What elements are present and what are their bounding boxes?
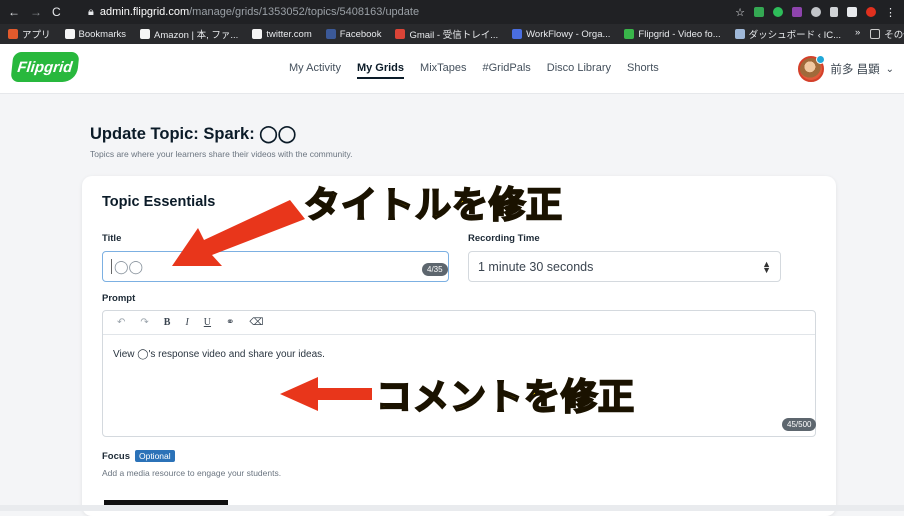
flipgrid-logo[interactable]: Flipgrid [10, 52, 80, 82]
focus-label: Focus [102, 450, 130, 462]
annotation-prompt-note: コメントを修正 [375, 376, 636, 419]
bookmark-label: Facebook [339, 28, 382, 40]
folder-icon [870, 29, 881, 39]
star-icon [64, 29, 75, 39]
user-name: 前多 昌顕 [830, 64, 880, 76]
bookmark-label: ダッシュボード ‹ IC... [748, 30, 841, 41]
dashboard-icon [734, 29, 745, 39]
extension-icon[interactable] [754, 7, 764, 17]
prompt-text[interactable]: View ◯'s response video and share your i… [113, 349, 325, 360]
redo-icon[interactable]: ↷ [140, 317, 148, 328]
avatar[interactable] [798, 55, 826, 82]
bookmark-label: Flipgrid - Video fo... [638, 28, 721, 40]
text-caret [111, 259, 112, 274]
forward-icon[interactable]: → [30, 5, 42, 19]
extensions-bar: ☆ ⋮ [735, 6, 904, 19]
editor-toolbar: ↶ ↷ B I U ⚭ ⌫ [103, 311, 815, 335]
url-host: admin.flipgrid.com [99, 6, 190, 18]
apps-grid-icon [8, 29, 18, 39]
lock-icon: 🔒︎ [88, 5, 94, 18]
bold-icon[interactable]: B [164, 317, 171, 328]
extension-icon[interactable] [811, 7, 821, 17]
reload-icon[interactable]: C [52, 5, 61, 19]
gmail-icon [395, 29, 406, 39]
nav-tab-my-grids[interactable]: My Grids [356, 62, 405, 79]
bookmark-label: twitter.com [266, 28, 312, 40]
optional-badge: Optional [134, 450, 175, 462]
bookmark-item[interactable]: Facebook [325, 28, 382, 40]
bookmark-item[interactable]: Flipgrid - Video fo... [624, 28, 721, 40]
page-subtitle: Topics are where your learners share the… [90, 149, 353, 159]
nav-tab-shorts[interactable]: Shorts [627, 62, 659, 79]
bookmark-item[interactable]: ダッシュボード ‹ IC... [734, 27, 841, 41]
bookmarks-right: » その他のブックマーク [855, 27, 904, 41]
amazon-icon [140, 29, 151, 39]
section-title: Topic Essentials [102, 194, 216, 210]
italic-icon[interactable]: I [185, 317, 188, 328]
bottom-strip [0, 505, 904, 511]
bookmark-label: Gmail - 受信トレイ... [409, 30, 499, 41]
bookmark-star-icon[interactable]: ☆ [735, 6, 745, 19]
nav-tab-gridpals[interactable]: #GridPals [483, 62, 531, 79]
facebook-icon [325, 29, 336, 39]
bookmark-label: アプリ [22, 30, 51, 41]
recording-time-select[interactable]: 1 minute 30 seconds ▲ ▼ [468, 251, 781, 282]
nav-tab-mixtapes[interactable]: MixTapes [420, 62, 466, 79]
url-path: /manage/grids/1353052/topics/5408163/upd… [189, 6, 420, 18]
bookmark-label: Amazon | 本, ファ... [154, 30, 239, 41]
title-label: Title [102, 233, 122, 244]
prompt-label: Prompt [102, 293, 136, 304]
title-input[interactable]: ◯◯ [102, 251, 449, 282]
bookmark-item[interactable]: WorkFlowy - Orga... [512, 29, 610, 40]
top-nav: My Activity My Grids MixTapes #GridPals Disc… [289, 62, 659, 79]
bookmark-label: Bookmarks [78, 28, 127, 40]
focus-subtitle: Add a media resource to engage your stud… [102, 468, 282, 478]
prompt-char-count: 45/500 [782, 418, 817, 431]
extension-icon[interactable] [792, 7, 802, 17]
other-bookmarks[interactable]: その他のブックマーク [870, 27, 904, 41]
bookmarks-overflow[interactable]: » [855, 27, 860, 41]
nav-tab-disco-library[interactable]: Disco Library [547, 62, 611, 79]
back-icon[interactable]: ← [8, 5, 20, 19]
workflowy-icon [512, 29, 523, 39]
eraser-icon[interactable]: ⌫ [249, 317, 263, 328]
bookmark-item[interactable]: Gmail - 受信トレイ... [395, 27, 498, 41]
title-value: ◯◯ [114, 258, 144, 274]
bookmarks-bar: アプリ Bookmarks Amazon | 本, ファ... twitter.com… [0, 24, 904, 44]
page-title: Update Topic: Spark: ◯◯ [90, 125, 297, 143]
bookmark-item[interactable]: twitter.com [252, 28, 312, 40]
annotation-title-note: タイトルを修正 [303, 184, 564, 227]
underline-icon[interactable]: U [204, 317, 211, 328]
globe-icon [252, 29, 263, 39]
profile-icon[interactable] [866, 7, 876, 17]
bookmark-item[interactable]: Bookmarks [64, 28, 127, 40]
flipgrid-icon [624, 29, 635, 39]
recording-time-value: 1 minute 30 seconds [478, 259, 594, 274]
nav-tab-my-activity[interactable]: My Activity [289, 62, 341, 79]
download-icon[interactable] [830, 7, 838, 17]
undo-icon[interactable]: ↶ [117, 317, 125, 328]
select-arrows-icon: ▲ ▼ [762, 258, 771, 275]
address-bar[interactable]: 🔒︎ admin.flipgrid.com/manage/grids/13530… [88, 3, 735, 21]
logo-text: Flipgrid [16, 58, 74, 76]
status-dot [816, 55, 826, 64]
link-icon[interactable]: ⚭ [226, 317, 234, 328]
bookmark-item[interactable]: Amazon | 本, ファ... [140, 27, 238, 41]
title-char-count: 4/35 [422, 263, 448, 276]
bookmark-label: WorkFlowy - Orga... [526, 28, 611, 40]
focus-row: Focus Optional [102, 450, 175, 462]
extension-icon[interactable] [847, 7, 857, 17]
bookmark-item[interactable]: アプリ [8, 27, 51, 41]
other-bookmarks-label: その他のブックマーク [884, 30, 904, 41]
recording-time-label: Recording Time [468, 233, 540, 244]
chevron-down-icon[interactable]: ⌄ [886, 64, 894, 75]
extension-icon[interactable] [773, 7, 783, 17]
app-header: Flipgrid My Activity My Grids MixTapes #Gri… [0, 44, 904, 94]
menu-icon[interactable]: ⋮ [885, 6, 896, 19]
user-menu[interactable]: 前多 昌顕 ⌄ [798, 55, 894, 82]
browser-toolbar: ← → C 🔒︎ admin.flipgrid.com/manage/grids… [0, 0, 904, 24]
browser-nav: ← → C [0, 5, 84, 19]
